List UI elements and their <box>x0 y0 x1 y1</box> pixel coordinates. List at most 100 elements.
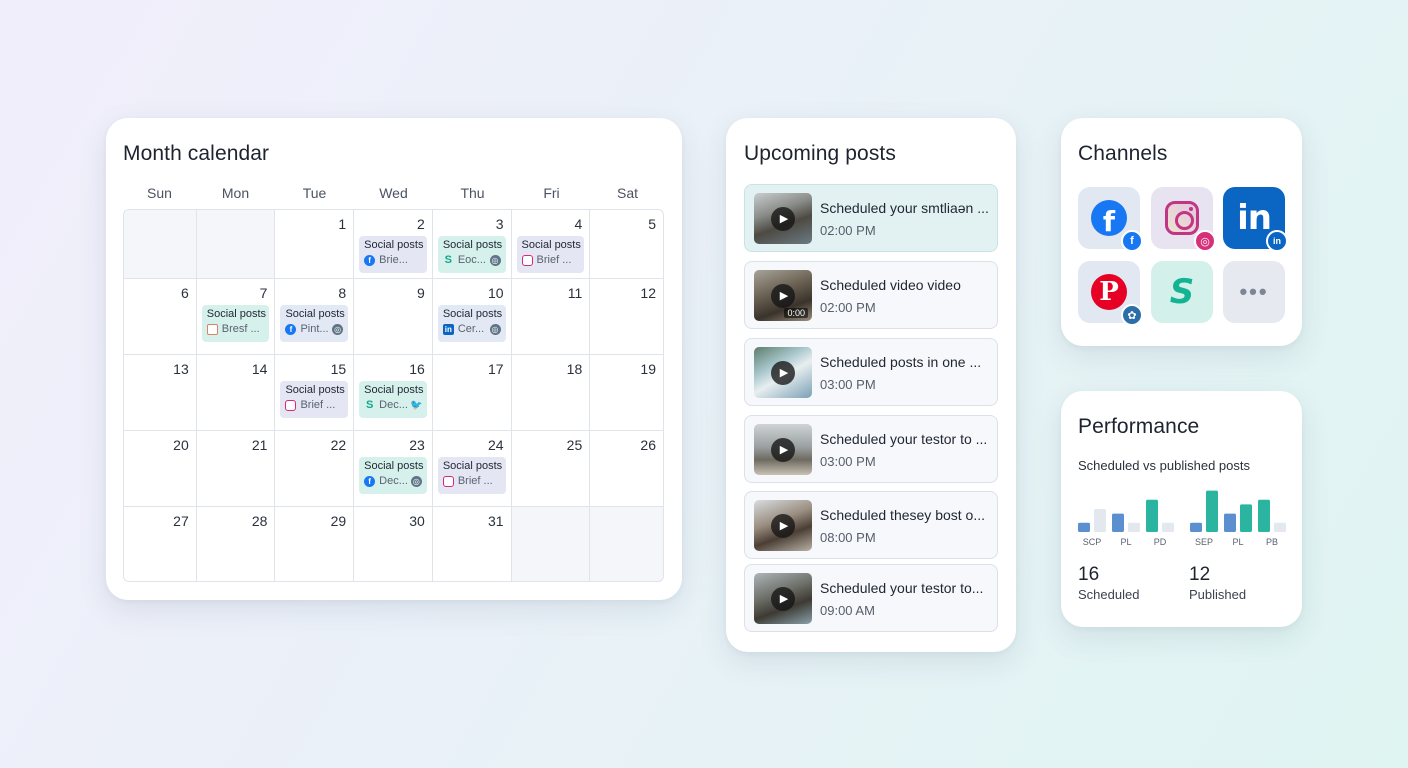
instagram-icon <box>285 399 297 411</box>
chart-bar <box>1274 522 1286 532</box>
upcoming-posts-title: Upcoming posts <box>744 142 896 165</box>
calendar-event[interactable]: Social posts Brief ... <box>516 236 585 273</box>
post-title: Scheduled your testor to ... <box>820 431 988 447</box>
published-count: 12 <box>1189 564 1211 585</box>
calendar-day-8[interactable]: 8 Social posts f Pint... ◎ <box>275 279 355 354</box>
globe-icon: ◎ <box>489 254 501 266</box>
calendar-day-17[interactable]: 17 <box>432 355 512 430</box>
chart-bar <box>1162 522 1174 532</box>
play-icon[interactable]: ▶ <box>771 283 795 308</box>
post-title: Scheduled thesey bost o... <box>820 507 985 523</box>
calendar-event[interactable]: Social posts S Eoc... ◎ <box>437 236 506 273</box>
calendar-day-13[interactable]: 13 <box>124 355 197 430</box>
calendar-day-21[interactable]: 21 <box>196 431 276 506</box>
facebook-icon: f <box>285 323 297 335</box>
facebook-icon: f <box>364 475 376 487</box>
calendar-event[interactable]: Social posts f Brie... <box>359 236 427 273</box>
scheduled-label: Scheduled <box>1078 587 1140 602</box>
calendar-day-16[interactable]: 16 Social posts S Dec... 🐦 <box>354 355 433 430</box>
post-time: 02:00 PM <box>820 223 876 238</box>
chart-tick-label: SCP <box>1083 537 1102 547</box>
calendar-day-28[interactable]: 28 <box>196 507 276 581</box>
calendar-day-3[interactable]: 3 Social posts S Eoc... ◎ <box>432 210 512 278</box>
calendar-day-27[interactable]: 27 <box>124 507 197 581</box>
calendar-day-31[interactable]: 31 <box>432 507 512 581</box>
channel-instagram[interactable]: ◎ <box>1151 187 1216 252</box>
calendar-day-20[interactable]: 20 <box>124 431 197 506</box>
calendar-day-24[interactable]: 24 Social posts Brief ... <box>432 431 512 506</box>
calendar-day-14[interactable]: 14 <box>196 355 276 430</box>
weekday-header: Sun Mon Tue Wed Thu Fri Sat <box>123 185 664 205</box>
calendar-day-5[interactable]: 5 <box>590 210 663 278</box>
calendar-day-6[interactable]: 6 <box>124 279 197 354</box>
calendar-day-4[interactable]: 4 Social posts Brief ... <box>511 210 591 278</box>
calendar-day-22[interactable]: 22 <box>275 431 355 506</box>
day-number: 3 <box>495 216 504 232</box>
calendar-day-19[interactable]: 19 <box>590 355 663 430</box>
chart-bar <box>1224 513 1236 532</box>
play-icon[interactable]: ▶ <box>771 206 795 231</box>
chart-tick-label: SEP <box>1195 537 1213 547</box>
channel-more[interactable]: ••• <box>1223 261 1285 323</box>
channel-pinterest[interactable]: P ✿ <box>1078 261 1143 326</box>
calendar-day-29[interactable]: 29 <box>275 507 355 581</box>
play-icon[interactable]: ▶ <box>771 360 795 385</box>
facebook-icon: f <box>364 254 376 266</box>
calendar-day-18[interactable]: 18 <box>511 355 591 430</box>
calendar-event[interactable]: Social posts Bresf ... <box>201 305 270 342</box>
calendar-day-25[interactable]: 25 <box>511 431 591 506</box>
channel-s-brand[interactable]: S <box>1151 261 1213 323</box>
calendar-day-23[interactable]: 23 Social posts f Dec... ◎ <box>354 431 433 506</box>
upcoming-post-item[interactable]: ▶ 0:00 Scheduled video video 02:00 PM <box>744 261 998 329</box>
upcoming-post-item[interactable]: ▶ Scheduled your smtliaən ... 02:00 PM <box>744 184 998 252</box>
calendar-day-26[interactable]: 26 <box>590 431 663 506</box>
calendar-event[interactable]: Social posts Brief ... <box>280 381 349 418</box>
event-title: Social posts <box>285 384 345 396</box>
upcoming-post-item[interactable]: ▶ Scheduled your testor to... 09:00 AM <box>744 564 998 632</box>
event-title: Social posts <box>442 239 503 251</box>
play-icon[interactable]: ▶ <box>771 586 795 611</box>
upcoming-post-item[interactable]: ▶ Scheduled your testor to ... 03:00 PM <box>744 415 998 483</box>
calendar-event[interactable]: Social posts S Dec... 🐦 <box>359 381 427 418</box>
weekday-wed: Wed <box>379 185 408 201</box>
calendar-day-9[interactable]: 9 <box>354 279 433 354</box>
event-text: Brief ... <box>536 254 572 266</box>
event-text: Dec... <box>379 399 407 411</box>
instagram-icon <box>1165 201 1199 235</box>
event-text: Eoc... <box>457 254 486 266</box>
day-number: 14 <box>251 361 268 377</box>
calendar-day-10[interactable]: 10 Social posts in Cer... ◎ <box>432 279 512 354</box>
post-time: 09:00 AM <box>820 603 875 618</box>
day-number: 18 <box>566 361 583 377</box>
calendar-event[interactable]: Social posts in Cer... ◎ <box>437 305 506 342</box>
calendar-day-11[interactable]: 11 <box>511 279 591 354</box>
calendar-day-30[interactable]: 30 <box>354 507 433 581</box>
post-title: Scheduled your smtliaən ... <box>820 200 989 216</box>
upcoming-post-item[interactable]: ▶ Scheduled posts in one ... 03:00 PM <box>744 338 998 406</box>
weekday-tue: Tue <box>302 185 327 201</box>
post-thumbnail: ▶ <box>754 424 812 475</box>
event-title: Social posts <box>442 308 503 320</box>
calendar-event[interactable]: Social posts Brief ... <box>437 457 506 494</box>
calendar-day-7[interactable]: 7 Social posts Bresf ... <box>196 279 276 354</box>
channel-facebook[interactable]: f f <box>1078 187 1143 252</box>
chart-tick-label: PL <box>1232 537 1243 547</box>
play-icon[interactable]: ▶ <box>771 437 795 462</box>
upcoming-post-item[interactable]: ▶ Scheduled thesey bost o... 08:00 PM <box>744 491 998 559</box>
chart-bar <box>1094 509 1106 532</box>
calendar-week-row: 6 7 Social posts Bresf ... 8 Social posts f Pin… <box>124 279 663 355</box>
calendar-day-1[interactable]: 1 <box>275 210 355 278</box>
calendar-day-12[interactable]: 12 <box>590 279 663 354</box>
calendar-day-15[interactable]: 15 Social posts Brief ... <box>275 355 355 430</box>
calendar-day-2[interactable]: 2 Social posts f Brie... <box>354 210 433 278</box>
upcoming-posts-card: Upcoming posts ▶ Scheduled your smtliaən … <box>726 118 1016 652</box>
event-title: Social posts <box>364 384 424 396</box>
performance-subtitle: Scheduled vs published posts <box>1078 458 1251 473</box>
globe-icon: ◎ <box>410 475 422 487</box>
calendar-event[interactable]: Social posts f Dec... ◎ <box>359 457 427 494</box>
channel-linkedin[interactable]: in in <box>1223 187 1288 252</box>
chart-bar <box>1206 490 1218 532</box>
play-icon[interactable]: ▶ <box>771 513 795 538</box>
calendar-empty-cell <box>124 210 197 278</box>
calendar-event[interactable]: Social posts f Pint... ◎ <box>280 305 349 342</box>
